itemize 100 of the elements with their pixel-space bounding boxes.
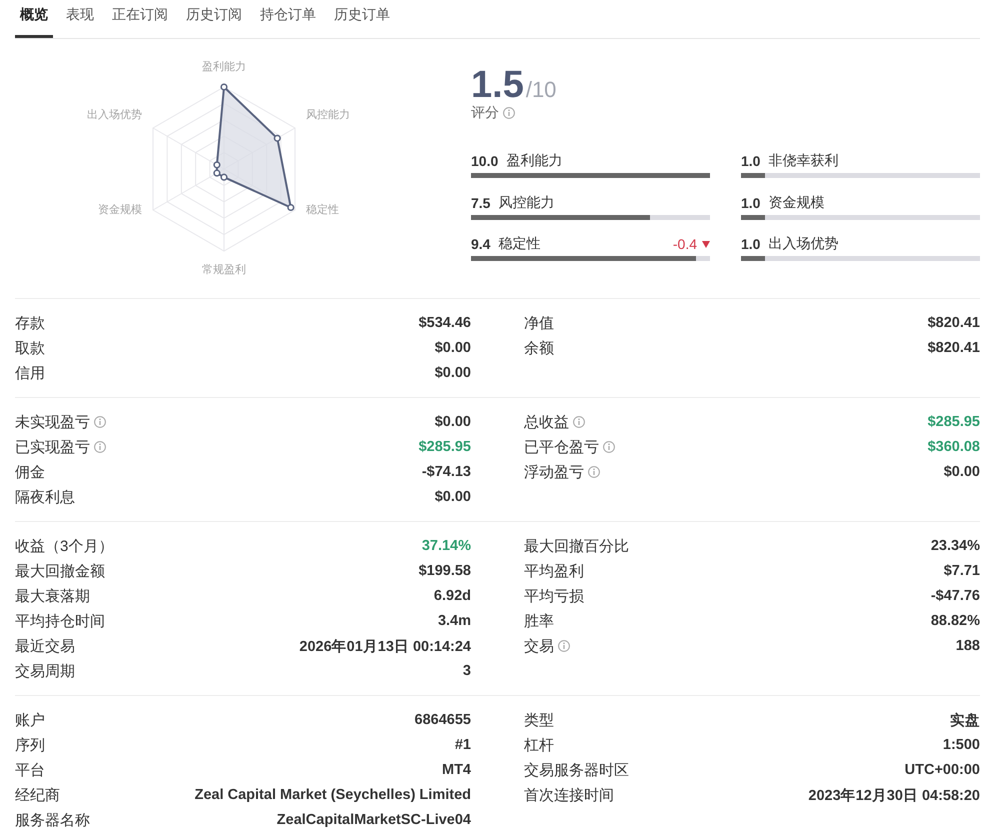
stat-label: 交易服务器时区 [524, 760, 629, 780]
stat-value: Zeal Capital Market (Seychelles) Limited [194, 787, 471, 803]
stat-label: 佣金 [15, 462, 45, 482]
stat-label: 胜率 [524, 612, 554, 630]
rating-label: 评分 [471, 104, 499, 122]
info-icon[interactable] [94, 441, 106, 453]
stat-label: 经纪商 [15, 786, 60, 804]
stat-label: 隔夜利息 [15, 488, 75, 506]
stat-label: 存款 [15, 314, 45, 332]
radar-point [274, 134, 281, 142]
stat-label: 浮动盈亏 [524, 462, 584, 482]
stat-value: $360.08 [928, 439, 980, 455]
stat-label: 取款 [15, 338, 45, 358]
stat-label: 首次连接时间 [524, 786, 614, 804]
stat-value: $534.46 [418, 315, 471, 331]
stat-value: 实盘 [950, 712, 980, 730]
stat-value: 6864655 [414, 712, 471, 728]
stat-label: 平均亏损 [524, 586, 584, 606]
stat-label: 类型 [524, 710, 554, 730]
stat-value: $0.00 [434, 365, 471, 381]
stat-value: ZealCapitalMarketSC-Live04 [276, 812, 471, 828]
score-name: 稳定性 [498, 235, 540, 253]
stat-value: #1 [454, 737, 471, 753]
score-value: 1.0 [741, 194, 760, 210]
stat-value: 3.4m [438, 613, 471, 629]
stat-value: UTC+00:00 [904, 762, 980, 778]
tab[interactable]: 历史订单 [329, 0, 395, 38]
info-icon[interactable] [603, 441, 615, 453]
stat-value: $0.00 [434, 340, 471, 356]
stat-label: 余额 [524, 338, 554, 358]
radar-axis-label: 稳定性 [306, 204, 339, 216]
stat-value: MT4 [442, 762, 471, 778]
score-name: 非侥幸获利 [768, 152, 838, 170]
rating-score: 1.5 [471, 66, 524, 104]
tab[interactable]: 持仓订单 [255, 0, 321, 38]
radar-axis-label: 常规盈利 [202, 264, 246, 276]
stat-value: 88.82% [930, 613, 980, 629]
stat-label: 交易周期 [15, 662, 75, 680]
stat-label: 交易 [524, 636, 554, 656]
stat-label: 平台 [15, 760, 45, 780]
radar-axis-label: 资金规模 [98, 204, 142, 216]
info-icon[interactable] [558, 640, 570, 652]
radar-axis-label: 盈利能力 [202, 61, 246, 73]
tab[interactable]: 概览 [15, 0, 53, 38]
stat-value: $820.41 [928, 315, 980, 331]
stat-label: 序列 [15, 736, 45, 754]
stat-label: 净值 [524, 314, 554, 332]
score-value: 10.0 [471, 153, 498, 169]
radar-point [220, 83, 228, 91]
stat-label: 杠杆 [524, 736, 554, 754]
score-name: 资金规模 [768, 194, 824, 212]
stat-value: $7.71 [944, 563, 980, 579]
rating-scale: /10 [526, 77, 556, 103]
stat-value: 3 [462, 663, 471, 679]
stat-label: 已实现盈亏 [15, 438, 90, 456]
stat-label: 最近交易 [15, 636, 75, 656]
stat-value: 2023年12月30日 04:58:20 [808, 786, 980, 804]
stat-value: $285.95 [418, 439, 471, 455]
score-change: -0.4 [672, 236, 697, 252]
tab[interactable]: 正在订阅 [107, 0, 173, 38]
score-value: 7.5 [471, 194, 490, 210]
stat-label: 信用 [15, 364, 45, 382]
stat-value: $0.00 [944, 464, 980, 480]
stat-value: $0.00 [434, 414, 471, 430]
tab[interactable]: 表现 [61, 0, 99, 38]
stat-label: 最大回撤金额 [15, 562, 105, 580]
stat-value: 188 [956, 638, 980, 654]
radar-axis-label: 风控能力 [306, 109, 350, 121]
tab[interactable]: 历史订阅 [181, 0, 247, 38]
score-name: 风控能力 [498, 194, 554, 212]
radar-axis-label: 出入场优势 [87, 109, 142, 121]
stat-label: 最大衰落期 [15, 586, 90, 606]
stat-value: 6.92d [434, 588, 471, 604]
stat-label: 平均持仓时间 [15, 612, 105, 630]
stat-label: 服务器名称 [15, 810, 90, 830]
info-icon[interactable] [588, 466, 600, 478]
stat-label: 账户 [15, 710, 45, 730]
stat-label: 未实现盈亏 [15, 412, 90, 432]
stat-value: -$74.13 [422, 464, 471, 480]
info-icon[interactable] [503, 107, 515, 119]
score-name: 盈利能力 [506, 152, 562, 170]
stat-value: $199.58 [418, 563, 471, 579]
stat-label: 最大回撤百分比 [524, 536, 629, 556]
info-icon[interactable] [573, 416, 585, 428]
stat-value: 1:500 [942, 737, 980, 753]
stat-value: 37.14% [422, 538, 471, 554]
score-value: 1.0 [741, 236, 760, 252]
stat-value: -$47.76 [930, 588, 980, 604]
stat-value: 23.34% [930, 538, 980, 554]
score-value: 9.4 [471, 236, 490, 252]
stat-label: 总收益 [524, 412, 569, 432]
stat-label: 收益（3个月） [15, 536, 114, 556]
stat-value: $0.00 [434, 489, 471, 505]
info-icon[interactable] [94, 416, 106, 428]
stat-value: $285.95 [928, 414, 980, 430]
score-name: 出入场优势 [768, 235, 838, 253]
stat-label: 已平仓盈亏 [524, 438, 599, 456]
stat-label: 平均盈利 [524, 562, 584, 580]
stat-value: $820.41 [928, 340, 980, 356]
radar-point [287, 204, 294, 212]
